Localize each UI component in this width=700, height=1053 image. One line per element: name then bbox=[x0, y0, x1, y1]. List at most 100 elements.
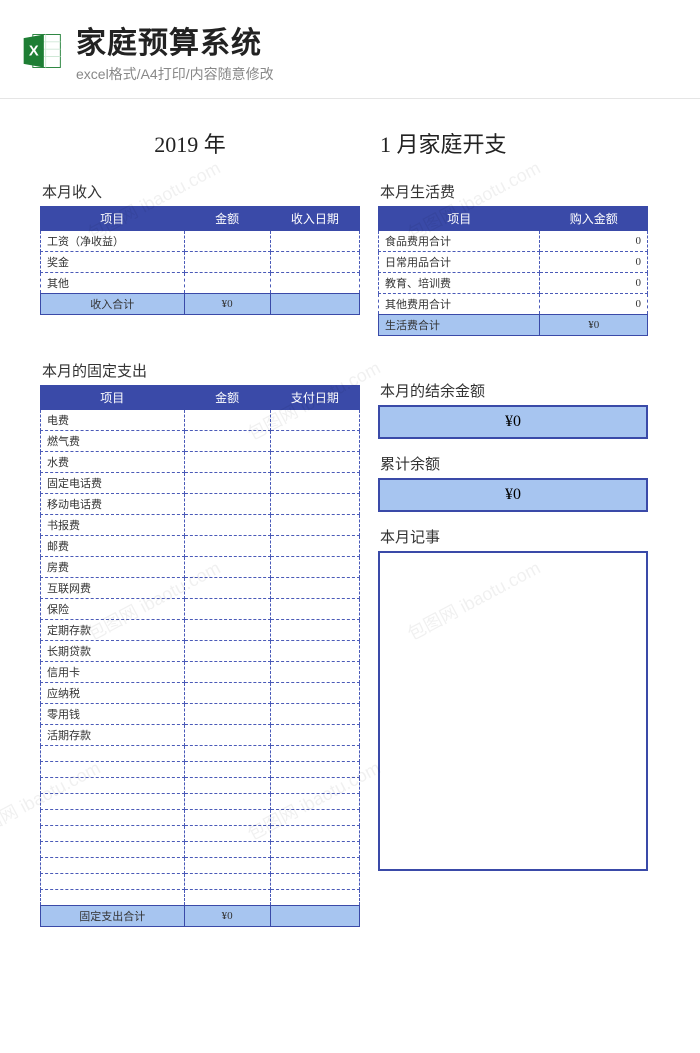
cell-amount[interactable] bbox=[184, 826, 270, 842]
cell-item[interactable]: 电费 bbox=[41, 410, 185, 431]
cell-date[interactable] bbox=[270, 762, 359, 778]
cell-item[interactable]: 日常用品合计 bbox=[379, 252, 540, 273]
cell-date[interactable] bbox=[270, 641, 359, 662]
cell-amount[interactable] bbox=[184, 725, 270, 746]
cell-item[interactable]: 定期存款 bbox=[41, 620, 185, 641]
cell-amount[interactable] bbox=[184, 273, 270, 294]
cell-item[interactable] bbox=[41, 874, 185, 890]
cell-amount[interactable] bbox=[184, 536, 270, 557]
cell-date[interactable] bbox=[270, 431, 359, 452]
cell-item[interactable]: 书报费 bbox=[41, 515, 185, 536]
cell-item[interactable]: 固定电话费 bbox=[41, 473, 185, 494]
cell-item[interactable] bbox=[41, 890, 185, 906]
cell-amount[interactable] bbox=[184, 620, 270, 641]
cell-amount[interactable] bbox=[184, 778, 270, 794]
cell-amount[interactable] bbox=[184, 599, 270, 620]
cell-amount[interactable] bbox=[184, 704, 270, 725]
cell-date[interactable] bbox=[270, 536, 359, 557]
cell-amount[interactable] bbox=[184, 557, 270, 578]
cell-item[interactable]: 零用钱 bbox=[41, 704, 185, 725]
cell-amount[interactable]: 0 bbox=[540, 252, 648, 273]
cell-item[interactable]: 其他费用合计 bbox=[379, 294, 540, 315]
cell-date[interactable] bbox=[270, 778, 359, 794]
cell-item[interactable]: 食品费用合计 bbox=[379, 231, 540, 252]
cell-date[interactable] bbox=[270, 683, 359, 704]
cell-amount[interactable] bbox=[184, 746, 270, 762]
cell-amount[interactable] bbox=[184, 890, 270, 906]
cell-item[interactable]: 移动电话费 bbox=[41, 494, 185, 515]
cell-date[interactable] bbox=[270, 725, 359, 746]
fixed-section: 本月的固定支出 项目 金额 支付日期 电费燃气费水费固定电话费移动电话费书报费邮… bbox=[40, 356, 360, 927]
cell-item[interactable] bbox=[41, 842, 185, 858]
cell-date[interactable] bbox=[270, 273, 359, 294]
cell-amount[interactable] bbox=[184, 515, 270, 536]
cell-item[interactable]: 互联网费 bbox=[41, 578, 185, 599]
cell-date[interactable] bbox=[270, 890, 359, 906]
cell-date[interactable] bbox=[270, 515, 359, 536]
cell-amount[interactable] bbox=[184, 794, 270, 810]
cell-item[interactable]: 应纳税 bbox=[41, 683, 185, 704]
cell-item[interactable] bbox=[41, 858, 185, 874]
cell-amount[interactable]: 0 bbox=[540, 231, 648, 252]
cell-amount[interactable] bbox=[184, 874, 270, 890]
cell-amount[interactable]: 0 bbox=[540, 273, 648, 294]
cell-amount[interactable] bbox=[184, 473, 270, 494]
cell-amount[interactable] bbox=[184, 494, 270, 515]
cell-date[interactable] bbox=[270, 810, 359, 826]
cell-date[interactable] bbox=[270, 794, 359, 810]
cell-item[interactable]: 房费 bbox=[41, 557, 185, 578]
cell-date[interactable] bbox=[270, 252, 359, 273]
cell-item[interactable]: 活期存款 bbox=[41, 725, 185, 746]
cell-date[interactable] bbox=[270, 578, 359, 599]
cell-item[interactable] bbox=[41, 826, 185, 842]
cell-amount[interactable] bbox=[184, 452, 270, 473]
cell-item[interactable]: 保险 bbox=[41, 599, 185, 620]
cell-amount[interactable] bbox=[184, 858, 270, 874]
cell-amount[interactable] bbox=[184, 410, 270, 431]
cell-item[interactable]: 奖金 bbox=[41, 252, 185, 273]
cell-item[interactable] bbox=[41, 762, 185, 778]
cell-date[interactable] bbox=[270, 662, 359, 683]
cell-date[interactable] bbox=[270, 473, 359, 494]
cell-amount[interactable] bbox=[184, 762, 270, 778]
cell-amount[interactable]: 0 bbox=[540, 294, 648, 315]
cell-date[interactable] bbox=[270, 452, 359, 473]
cell-date[interactable] bbox=[270, 410, 359, 431]
cell-date[interactable] bbox=[270, 874, 359, 890]
cell-date[interactable] bbox=[270, 599, 359, 620]
fixed-table: 项目 金额 支付日期 电费燃气费水费固定电话费移动电话费书报费邮费房费互联网费保… bbox=[40, 385, 360, 927]
table-row bbox=[41, 842, 360, 858]
cell-amount[interactable] bbox=[184, 842, 270, 858]
cell-date[interactable] bbox=[270, 557, 359, 578]
cell-item[interactable]: 其他 bbox=[41, 273, 185, 294]
cell-item[interactable]: 长期贷款 bbox=[41, 641, 185, 662]
cell-item[interactable]: 教育、培训费 bbox=[379, 273, 540, 294]
cell-date[interactable] bbox=[270, 494, 359, 515]
cell-item[interactable]: 邮费 bbox=[41, 536, 185, 557]
cell-amount[interactable] bbox=[184, 231, 270, 252]
cell-date[interactable] bbox=[270, 231, 359, 252]
cell-amount[interactable] bbox=[184, 252, 270, 273]
notes-box[interactable] bbox=[378, 551, 648, 871]
cell-item[interactable] bbox=[41, 794, 185, 810]
cell-amount[interactable] bbox=[184, 810, 270, 826]
cell-amount[interactable] bbox=[184, 578, 270, 599]
top-columns: 本月收入 项目 金额 收入日期 工资（净收益）奖金其他 收入合计 ¥0 bbox=[40, 177, 660, 336]
cell-amount[interactable] bbox=[184, 662, 270, 683]
cell-item[interactable] bbox=[41, 778, 185, 794]
cell-date[interactable] bbox=[270, 704, 359, 725]
cell-item[interactable]: 燃气费 bbox=[41, 431, 185, 452]
cell-date[interactable] bbox=[270, 746, 359, 762]
cell-amount[interactable] bbox=[184, 683, 270, 704]
cell-item[interactable]: 水费 bbox=[41, 452, 185, 473]
cell-item[interactable]: 信用卡 bbox=[41, 662, 185, 683]
cell-amount[interactable] bbox=[184, 641, 270, 662]
cell-date[interactable] bbox=[270, 620, 359, 641]
cell-item[interactable]: 工资（净收益） bbox=[41, 231, 185, 252]
cell-date[interactable] bbox=[270, 858, 359, 874]
cell-item[interactable] bbox=[41, 810, 185, 826]
cell-amount[interactable] bbox=[184, 431, 270, 452]
cell-item[interactable] bbox=[41, 746, 185, 762]
cell-date[interactable] bbox=[270, 842, 359, 858]
cell-date[interactable] bbox=[270, 826, 359, 842]
